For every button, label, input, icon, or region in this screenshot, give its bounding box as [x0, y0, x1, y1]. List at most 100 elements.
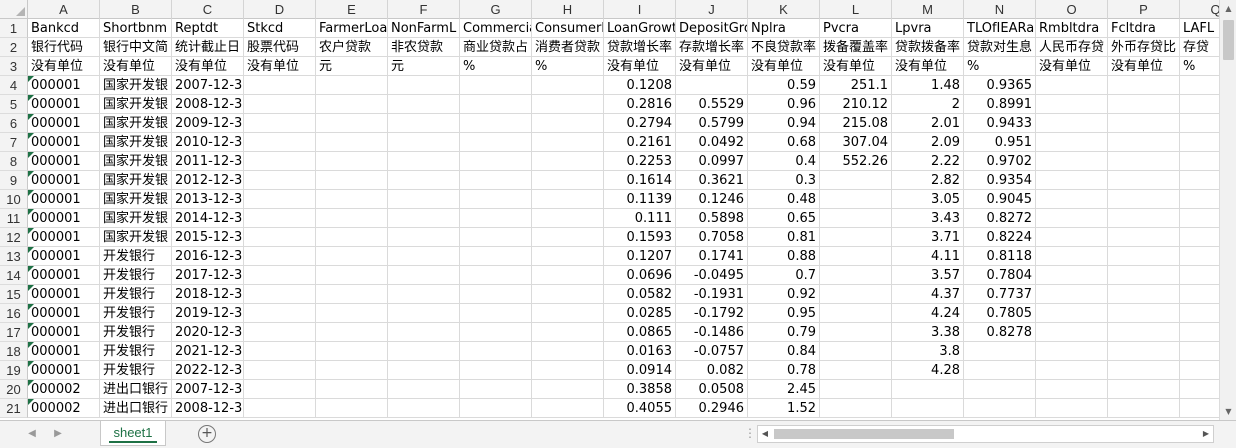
cell-a21[interactable]: 000002: [28, 399, 100, 418]
cell-g2[interactable]: 商业贷款占: [460, 38, 532, 57]
cell-m3[interactable]: 没有单位: [892, 57, 964, 76]
cell-f19[interactable]: [388, 361, 460, 380]
cell-m2[interactable]: 贷款拨备率: [892, 38, 964, 57]
cell-b19[interactable]: 开发银行: [100, 361, 172, 380]
cell-n5[interactable]: 0.8991: [964, 95, 1036, 114]
cell-q11[interactable]: [1180, 209, 1219, 228]
cell-k1[interactable]: Nplra: [748, 19, 820, 38]
prev-sheet-icon[interactable]: ◀: [24, 425, 40, 443]
cell-f12[interactable]: [388, 228, 460, 247]
cell-i15[interactable]: 0.0582: [604, 285, 676, 304]
cell-c7[interactable]: 2010-12-31: [172, 133, 244, 152]
cell-l20[interactable]: [820, 380, 892, 399]
cell-m21[interactable]: [892, 399, 964, 418]
cell-j15[interactable]: -0.1931: [676, 285, 748, 304]
cell-b12[interactable]: 国家开发银: [100, 228, 172, 247]
cell-p15[interactable]: [1108, 285, 1180, 304]
column-header-q[interactable]: Q: [1180, 0, 1219, 19]
vertical-scroll-thumb[interactable]: [1223, 20, 1234, 60]
cell-q19[interactable]: [1180, 361, 1219, 380]
cell-b8[interactable]: 国家开发银: [100, 152, 172, 171]
cell-a7[interactable]: 000001: [28, 133, 100, 152]
cell-a17[interactable]: 000001: [28, 323, 100, 342]
cell-p3[interactable]: 没有单位: [1108, 57, 1180, 76]
cell-b1[interactable]: Shortbnm: [100, 19, 172, 38]
cell-n10[interactable]: 0.9045: [964, 190, 1036, 209]
cell-i21[interactable]: 0.4055: [604, 399, 676, 418]
cell-d11[interactable]: [244, 209, 316, 228]
row-header[interactable]: 14: [0, 266, 28, 285]
cell-j20[interactable]: 0.0508: [676, 380, 748, 399]
cell-i18[interactable]: 0.0163: [604, 342, 676, 361]
cell-p14[interactable]: [1108, 266, 1180, 285]
cell-k6[interactable]: 0.94: [748, 114, 820, 133]
cell-j17[interactable]: -0.1486: [676, 323, 748, 342]
cell-e16[interactable]: [316, 304, 388, 323]
cell-f11[interactable]: [388, 209, 460, 228]
cell-h2[interactable]: 消费者贷款: [532, 38, 604, 57]
cell-d6[interactable]: [244, 114, 316, 133]
row-header[interactable]: 2: [0, 38, 28, 57]
cell-f14[interactable]: [388, 266, 460, 285]
split-handle-icon[interactable]: ⋮: [744, 426, 756, 440]
cell-m4[interactable]: 1.48: [892, 76, 964, 95]
cell-p10[interactable]: [1108, 190, 1180, 209]
cell-q6[interactable]: [1180, 114, 1219, 133]
cell-m6[interactable]: 2.01: [892, 114, 964, 133]
cell-j7[interactable]: 0.0492: [676, 133, 748, 152]
cell-o5[interactable]: [1036, 95, 1108, 114]
cell-l19[interactable]: [820, 361, 892, 380]
cell-k13[interactable]: 0.88: [748, 247, 820, 266]
cell-p20[interactable]: [1108, 380, 1180, 399]
cell-n13[interactable]: 0.8118: [964, 247, 1036, 266]
cell-p19[interactable]: [1108, 361, 1180, 380]
cell-g10[interactable]: [460, 190, 532, 209]
select-all-corner[interactable]: [0, 0, 28, 19]
cell-e1[interactable]: FarmerLoa: [316, 19, 388, 38]
cell-h12[interactable]: [532, 228, 604, 247]
cell-f17[interactable]: [388, 323, 460, 342]
cell-m18[interactable]: 3.8: [892, 342, 964, 361]
column-header-a[interactable]: A: [28, 0, 100, 19]
row-header[interactable]: 5: [0, 95, 28, 114]
cell-o19[interactable]: [1036, 361, 1108, 380]
cell-h17[interactable]: [532, 323, 604, 342]
cell-i4[interactable]: 0.1208: [604, 76, 676, 95]
cell-q18[interactable]: [1180, 342, 1219, 361]
cell-d1[interactable]: Stkcd: [244, 19, 316, 38]
column-header-g[interactable]: G: [460, 0, 532, 19]
cell-c15[interactable]: 2018-12-31: [172, 285, 244, 304]
cell-k8[interactable]: 0.4: [748, 152, 820, 171]
cell-e20[interactable]: [316, 380, 388, 399]
cell-q17[interactable]: [1180, 323, 1219, 342]
cell-p4[interactable]: [1108, 76, 1180, 95]
cell-d12[interactable]: [244, 228, 316, 247]
cell-c10[interactable]: 2013-12-31: [172, 190, 244, 209]
cell-k21[interactable]: 1.52: [748, 399, 820, 418]
cell-l7[interactable]: 307.04: [820, 133, 892, 152]
cell-d3[interactable]: 没有单位: [244, 57, 316, 76]
cell-l6[interactable]: 215.08: [820, 114, 892, 133]
cell-a3[interactable]: 没有单位: [28, 57, 100, 76]
cell-m7[interactable]: 2.09: [892, 133, 964, 152]
cell-f4[interactable]: [388, 76, 460, 95]
cell-e19[interactable]: [316, 361, 388, 380]
cell-q15[interactable]: [1180, 285, 1219, 304]
cell-i14[interactable]: 0.0696: [604, 266, 676, 285]
cell-e18[interactable]: [316, 342, 388, 361]
cell-k16[interactable]: 0.95: [748, 304, 820, 323]
scroll-down-icon[interactable]: ▼: [1220, 403, 1236, 420]
cell-e13[interactable]: [316, 247, 388, 266]
row-header[interactable]: 19: [0, 361, 28, 380]
cell-a11[interactable]: 000001: [28, 209, 100, 228]
cell-j12[interactable]: 0.7058: [676, 228, 748, 247]
column-header-c[interactable]: C: [172, 0, 244, 19]
cell-q16[interactable]: [1180, 304, 1219, 323]
column-header-h[interactable]: H: [532, 0, 604, 19]
cell-k12[interactable]: 0.81: [748, 228, 820, 247]
cell-q12[interactable]: [1180, 228, 1219, 247]
cell-g21[interactable]: [460, 399, 532, 418]
cell-g13[interactable]: [460, 247, 532, 266]
cell-b4[interactable]: 国家开发银: [100, 76, 172, 95]
cell-f20[interactable]: [388, 380, 460, 399]
